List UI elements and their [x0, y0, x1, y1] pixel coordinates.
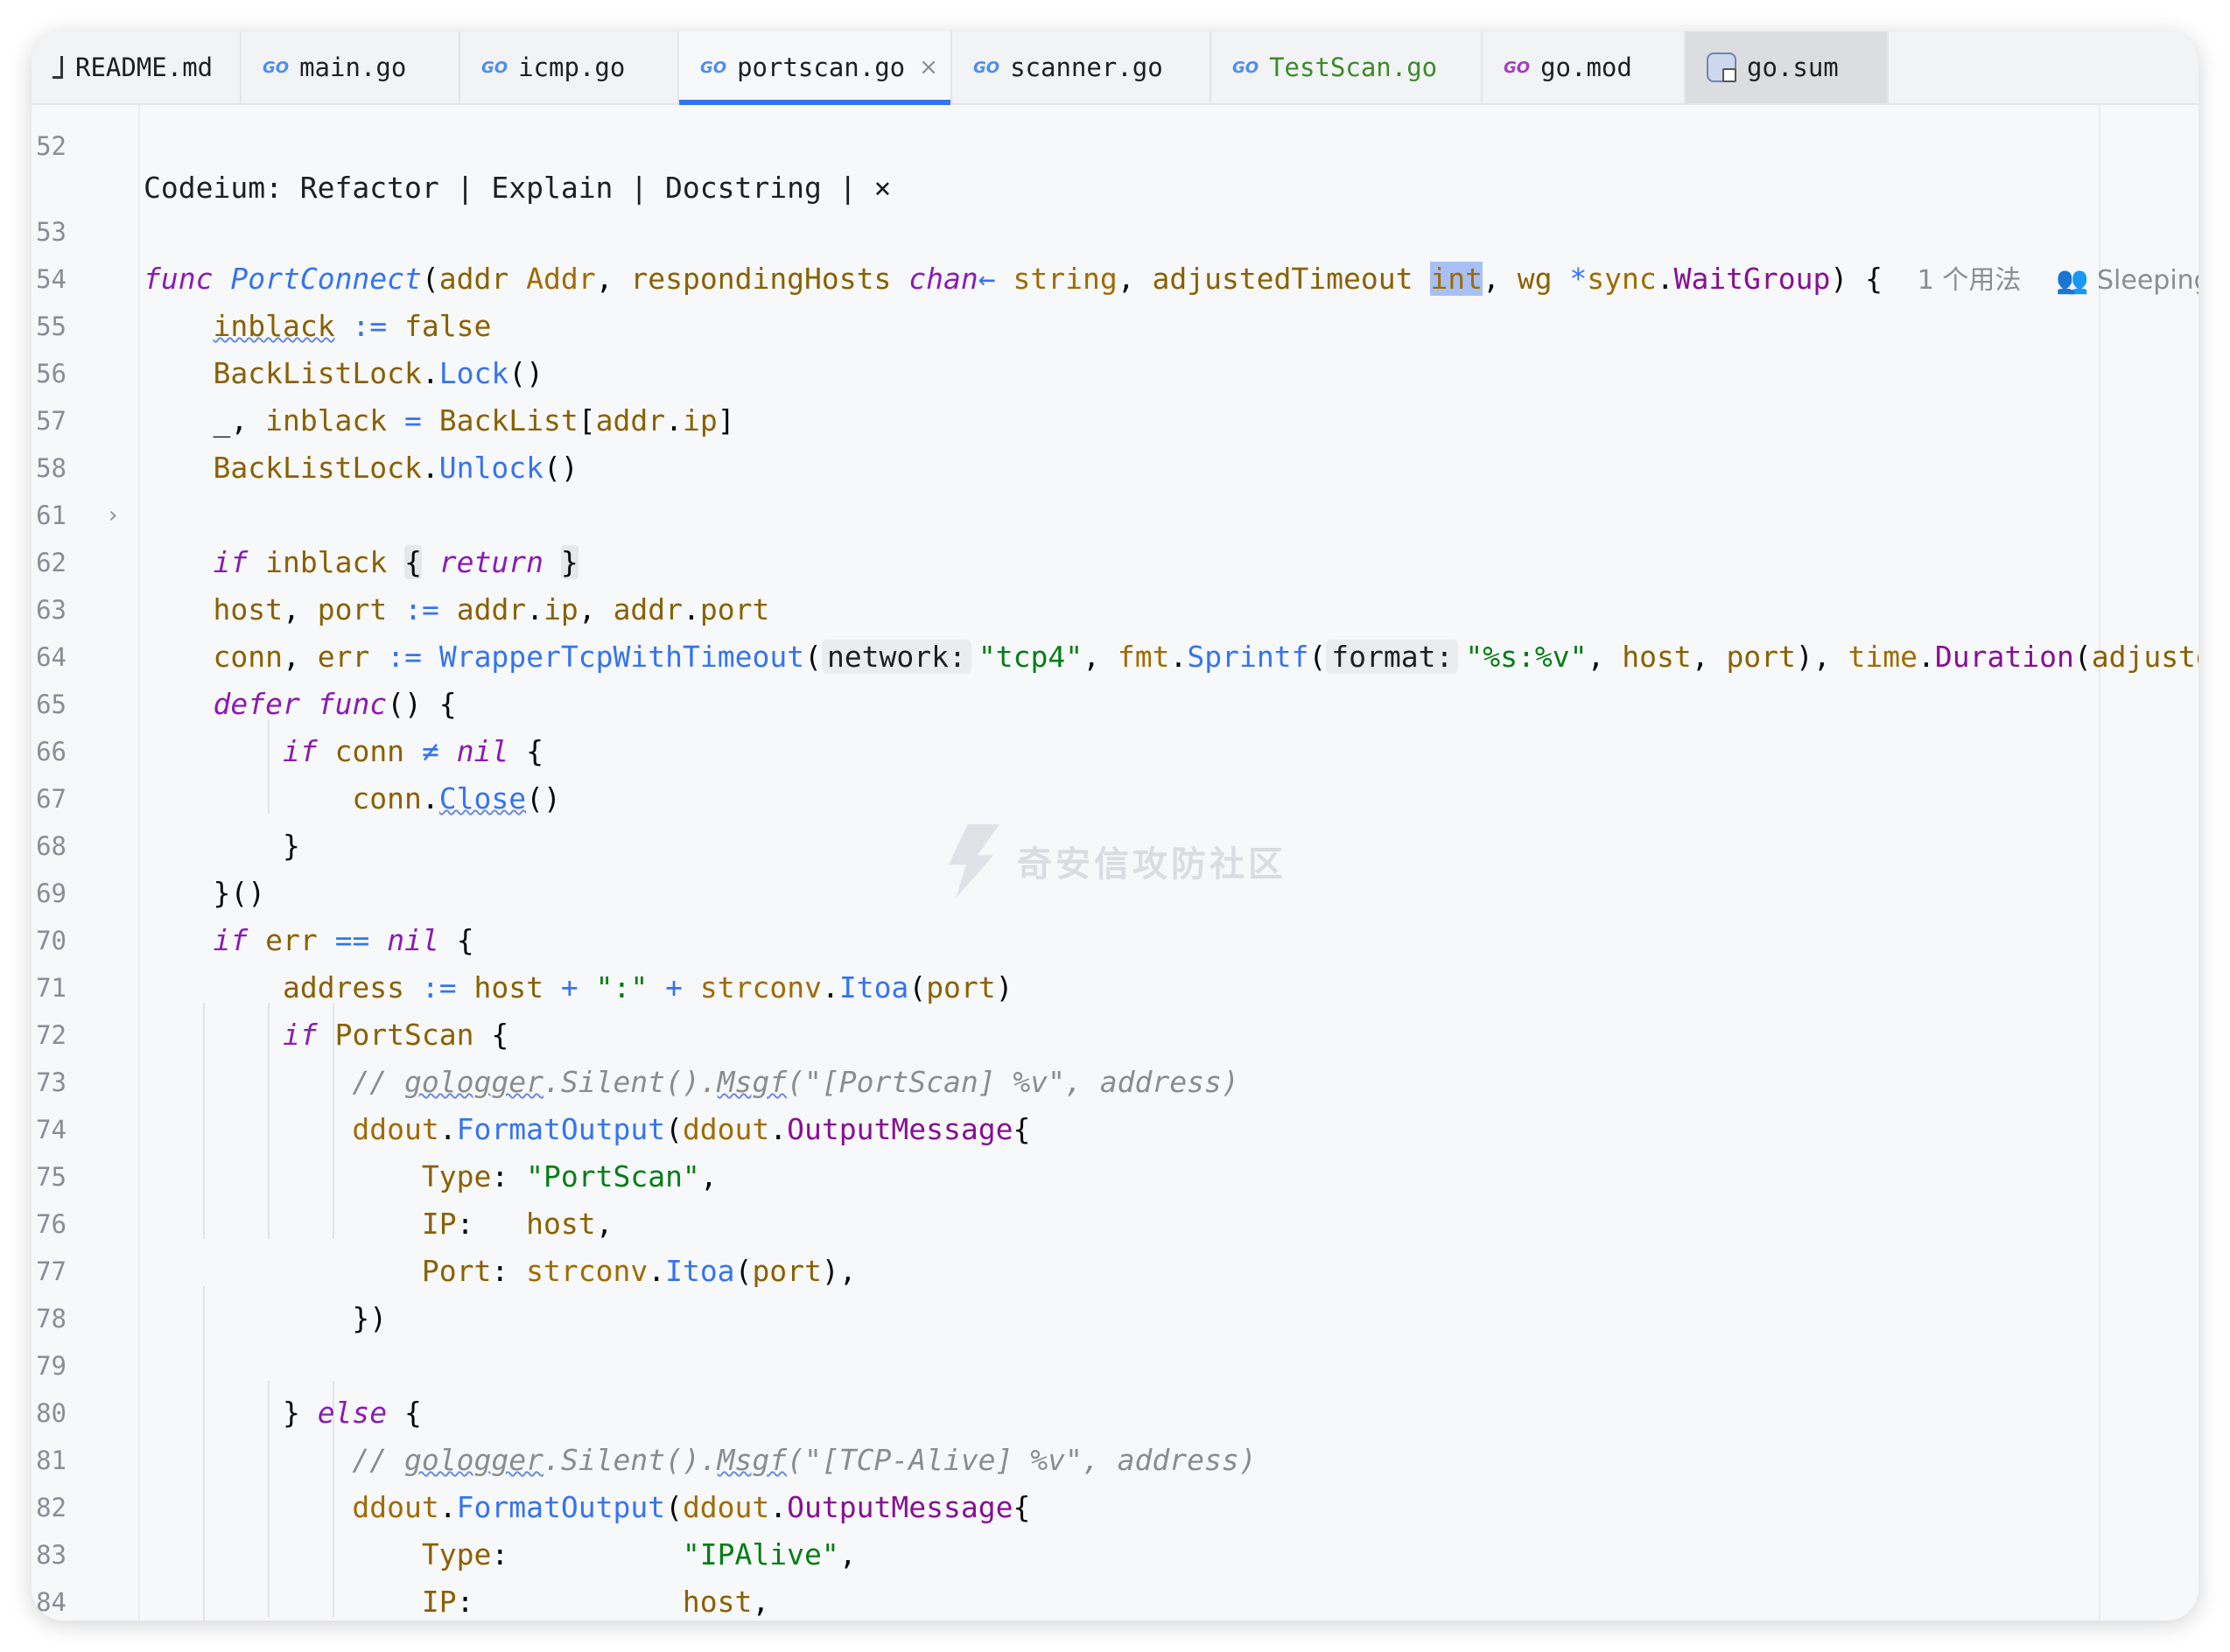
code-line: 62 host, port := addr.ip, addr.port — [32, 492, 2198, 626]
code-line: 74 Type: "PortScan", — [32, 1059, 2198, 1194]
code-line: 55 BackListLock.Lock() — [32, 256, 2198, 390]
code-line: 75 IP: host, — [32, 1106, 2198, 1241]
go-file-icon: GO — [700, 58, 727, 77]
code-line: 57 BackListLock.Unlock() — [32, 350, 2198, 485]
go-file-icon: GO — [973, 58, 1000, 77]
code-line: 85 }) — [32, 1578, 2198, 1620]
code-line: 80 // gologger.Silent().Msgf("[TCP-Alive… — [32, 1342, 2198, 1477]
code-line: 67 } — [32, 728, 2198, 863]
code-line: 63 conn, err := WrapperTcpWithTimeout(ne… — [32, 539, 2198, 674]
code-line: 56 _, inblack = BackList[addr.ip] — [32, 303, 2198, 438]
code-editor[interactable]: 52 Codeium: Refactor | Explain | Docstri… — [32, 105, 2198, 1620]
go-file-icon: GO — [481, 58, 508, 77]
code-line: 64 defer func() { — [32, 586, 2198, 721]
go-file-icon: GO — [263, 58, 290, 77]
ide-window: README.md GO main.go GO icmp.go GO ports… — [32, 32, 2198, 1620]
code-line: 76 Port: strconv.Itoa(port), — [32, 1153, 2198, 1288]
code-line: 71 if PortScan { — [32, 917, 2198, 1052]
code-line: 54 inblack := false — [32, 208, 2198, 343]
code-line: 78 — [32, 1248, 2198, 1334]
code-line: 77 }) — [32, 1200, 2198, 1335]
code-line: 84 AdditionalMsg: "TCP:" + strconv.Itoa(… — [32, 1531, 2198, 1617]
go-mod-file-icon: GO — [1504, 58, 1531, 77]
code-line: 66 conn.Close() — [32, 681, 2198, 816]
code-line: 65 if conn ≠ nil { — [32, 634, 2198, 768]
code-line: 53 func PortConnect(addr Addr, respondin… — [32, 161, 2198, 296]
go-file-icon: GO — [1232, 58, 1259, 77]
code-line: 61 — [32, 444, 2198, 530]
code-line: 73 ddout.FormatOutput(ddout.OutputMessag… — [32, 1012, 2198, 1146]
code-line: 83 IP: host, — [32, 1484, 2198, 1619]
code-line: 82 Type: "IPAlive", — [32, 1437, 2198, 1572]
code-line: 68 }() — [32, 775, 2198, 910]
code-line: 72 // gologger.Silent().Msgf("[PortScan]… — [32, 964, 2198, 1099]
watermark-text: 奇安信攻防社区 — [1017, 844, 1287, 885]
watermark-logo-icon — [948, 824, 999, 898]
code-line: 52 — [32, 75, 2198, 161]
code-line: 81 ddout.FormatOutput(ddout.OutputMessag… — [32, 1390, 2198, 1524]
code-line: 79 } else { — [32, 1295, 2198, 1430]
codeium-lens[interactable]: Codeium: Refactor | Explain | Docstring … — [32, 117, 2198, 205]
code-line: 58 › if inblack { return } — [32, 397, 2198, 579]
watermark: 奇安信攻防社区 — [942, 824, 1287, 898]
